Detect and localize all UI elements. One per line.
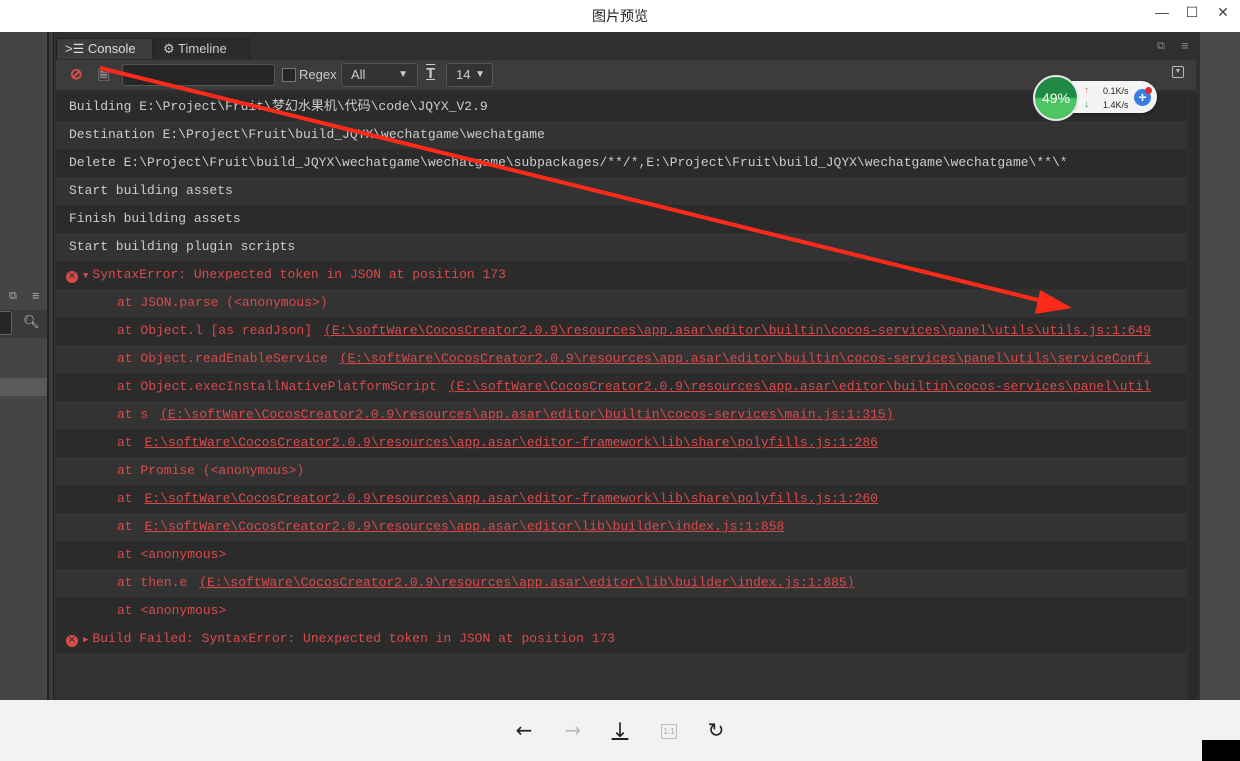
maximize-button[interactable]: ☐ [1177,0,1207,26]
minimize-button[interactable]: — [1147,0,1177,26]
annotation-arrow [99,66,1072,314]
corner-block [1202,740,1240,761]
preview-toolbar: ← → ↓ 1:1 ↻ [0,700,1240,761]
actual-size-icon[interactable]: 1:1 [661,724,677,739]
image-preview: ⧉ ≡ 🔍︎ >☰ Console ⚙ Timeline ⧉ ≡ ⊘ 🗎 Reg… [0,32,1240,700]
upload-speed: 0.1K/s [1103,86,1129,96]
memory-gauge: 49% [1033,75,1079,121]
download-icon[interactable]: ↓ [608,718,632,742]
rotate-icon[interactable]: ↻ [704,718,728,742]
network-widget[interactable]: 49% ↑ ↓ 0.1K/s 1.4K/s + [1033,75,1158,121]
upload-arrow-icon: ↑ [1084,85,1089,96]
download-speed: 1.4K/s [1103,100,1129,110]
previous-arrow-icon[interactable]: ← [512,718,536,742]
next-arrow-icon[interactable]: → [561,718,585,742]
download-arrow-icon: ↓ [1084,99,1089,110]
title-bar: 图片预览 — ☐ ✕ [0,0,1240,32]
close-button[interactable]: ✕ [1208,0,1238,26]
window-title: 图片预览 [592,8,648,24]
notification-dot [1145,87,1152,94]
